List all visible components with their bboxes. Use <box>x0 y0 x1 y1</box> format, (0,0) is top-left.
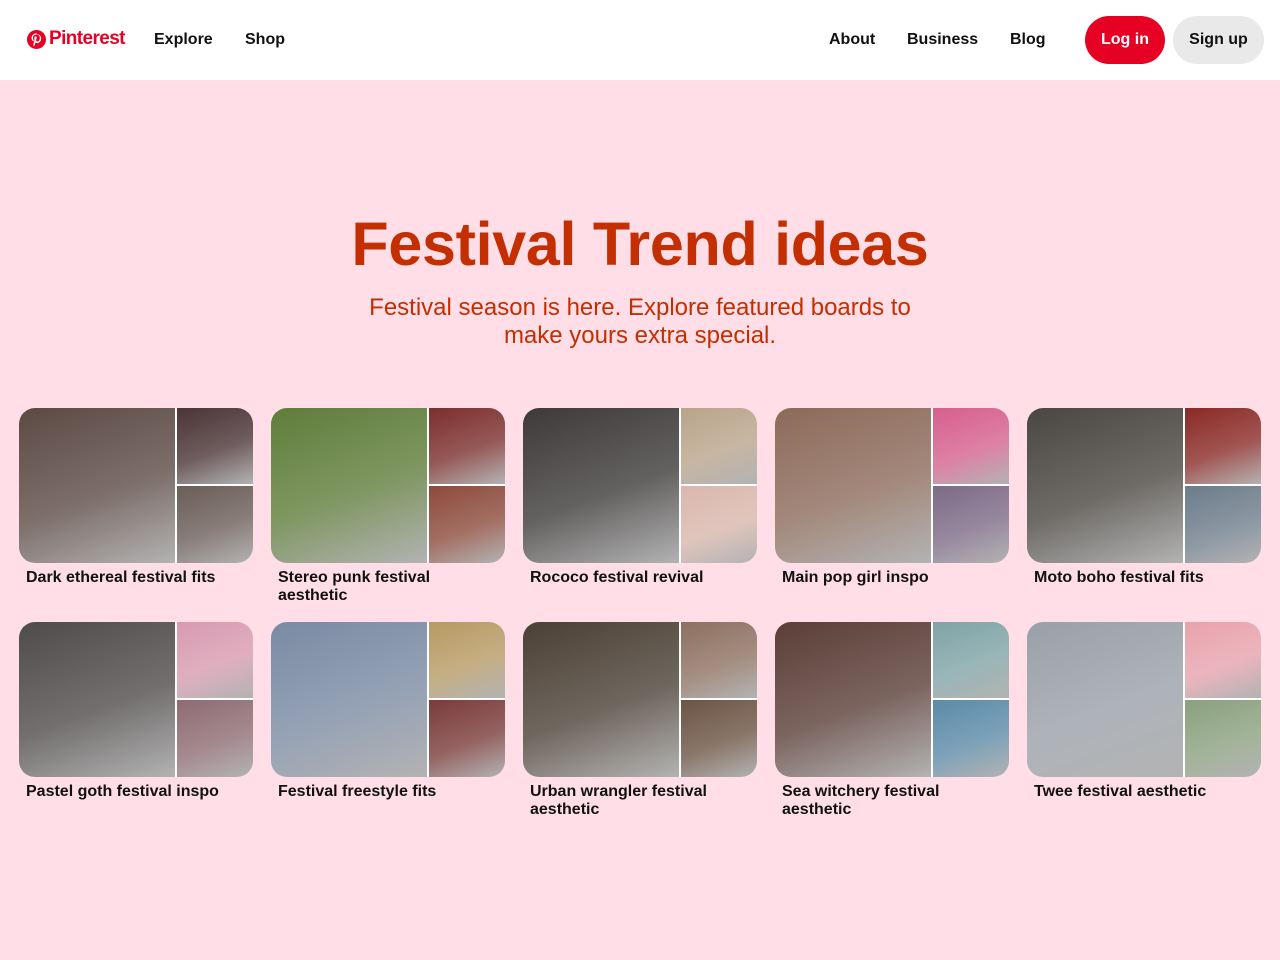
board-card[interactable]: Sea witchery festival aesthetic <box>775 622 1009 819</box>
board-cover-collage[interactable] <box>271 408 505 563</box>
board-title[interactable]: Urban wrangler festival aesthetic <box>530 783 745 819</box>
board-card[interactable]: Festival freestyle fits <box>271 622 505 801</box>
nav-about-link[interactable]: About <box>829 30 875 49</box>
board-title[interactable]: Dark ethereal festival fits <box>26 569 241 587</box>
top-navigation-bar: Pinterest Explore Shop About Business Bl… <box>0 0 1280 80</box>
board-card[interactable]: Dark ethereal festival fits <box>19 408 253 587</box>
board-cover-top-image <box>681 622 757 698</box>
board-cover-bottom-image <box>177 486 253 563</box>
board-cover-collage[interactable] <box>19 622 253 777</box>
board-cover-collage[interactable] <box>775 622 1009 777</box>
board-cover-main-image <box>1027 622 1183 777</box>
board-cover-main-image <box>19 622 175 777</box>
board-cover-bottom-image <box>1185 700 1261 777</box>
board-title[interactable]: Moto boho festival fits <box>1034 569 1249 587</box>
board-cover-top-image <box>177 622 253 698</box>
board-cover-bottom-image <box>681 700 757 777</box>
board-cover-bottom-image <box>681 486 757 563</box>
board-title[interactable]: Festival freestyle fits <box>278 783 493 801</box>
board-cover-top-image <box>1185 622 1261 698</box>
board-cover-main-image <box>271 622 427 777</box>
board-title[interactable]: Main pop girl inspo <box>782 569 997 587</box>
board-cover-top-image <box>681 408 757 484</box>
board-cover-main-image <box>775 408 931 563</box>
board-card[interactable]: Twee festival aesthetic <box>1027 622 1261 801</box>
board-title[interactable]: Rococo festival revival <box>530 569 745 587</box>
board-cover-main-image <box>523 622 679 777</box>
nav-shop-link[interactable]: Shop <box>245 30 285 49</box>
board-title[interactable]: Pastel goth festival inspo <box>26 783 241 801</box>
board-card[interactable]: Urban wrangler festival aesthetic <box>523 622 757 819</box>
board-cover-bottom-image <box>177 700 253 777</box>
pinterest-logo-icon <box>27 29 46 49</box>
board-title[interactable]: Stereo punk festival aesthetic <box>278 569 493 605</box>
board-cover-main-image <box>775 622 931 777</box>
logo-wordmark: Pinterest <box>49 28 126 49</box>
board-title[interactable]: Sea witchery festival aesthetic <box>782 783 997 819</box>
board-cover-main-image <box>19 408 175 563</box>
board-cover-bottom-image <box>1185 486 1261 563</box>
board-cover-top-image <box>933 622 1009 698</box>
board-cover-main-image <box>523 408 679 563</box>
page-subtitle: Festival season is here. Explore feature… <box>369 294 911 349</box>
board-cover-collage[interactable] <box>523 408 757 563</box>
board-title[interactable]: Twee festival aesthetic <box>1034 783 1249 801</box>
board-cover-top-image <box>177 408 253 484</box>
board-card[interactable]: Rococo festival revival <box>523 408 757 587</box>
board-cover-main-image <box>271 408 427 563</box>
nav-business-link[interactable]: Business <box>907 30 978 49</box>
board-card[interactable]: Main pop girl inspo <box>775 408 1009 587</box>
board-cover-collage[interactable] <box>271 622 505 777</box>
board-cover-collage[interactable] <box>1027 408 1261 563</box>
board-cover-top-image <box>933 408 1009 484</box>
board-cover-collage[interactable] <box>775 408 1009 563</box>
board-cover-top-image <box>1185 408 1261 484</box>
board-card[interactable]: Stereo punk festival aesthetic <box>271 408 505 605</box>
board-cover-collage[interactable] <box>1027 622 1261 777</box>
log-in-button[interactable]: Log in <box>1085 16 1165 64</box>
board-cover-bottom-image <box>429 486 505 563</box>
board-cover-main-image <box>1027 408 1183 563</box>
board-cover-collage[interactable] <box>523 622 757 777</box>
board-card[interactable]: Pastel goth festival inspo <box>19 622 253 801</box>
board-cover-top-image <box>429 408 505 484</box>
board-cover-bottom-image <box>429 700 505 777</box>
board-cover-bottom-image <box>933 486 1009 563</box>
nav-blog-link[interactable]: Blog <box>1010 30 1046 49</box>
page-title: Festival Trend ideas <box>351 210 929 278</box>
nav-explore-link[interactable]: Explore <box>154 30 213 49</box>
board-cover-bottom-image <box>933 700 1009 777</box>
board-cover-top-image <box>429 622 505 698</box>
board-card[interactable]: Moto boho festival fits <box>1027 408 1261 587</box>
sign-up-button[interactable]: Sign up <box>1173 16 1264 64</box>
board-cover-collage[interactable] <box>19 408 253 563</box>
pinterest-logo-link[interactable]: Pinterest <box>27 28 126 50</box>
